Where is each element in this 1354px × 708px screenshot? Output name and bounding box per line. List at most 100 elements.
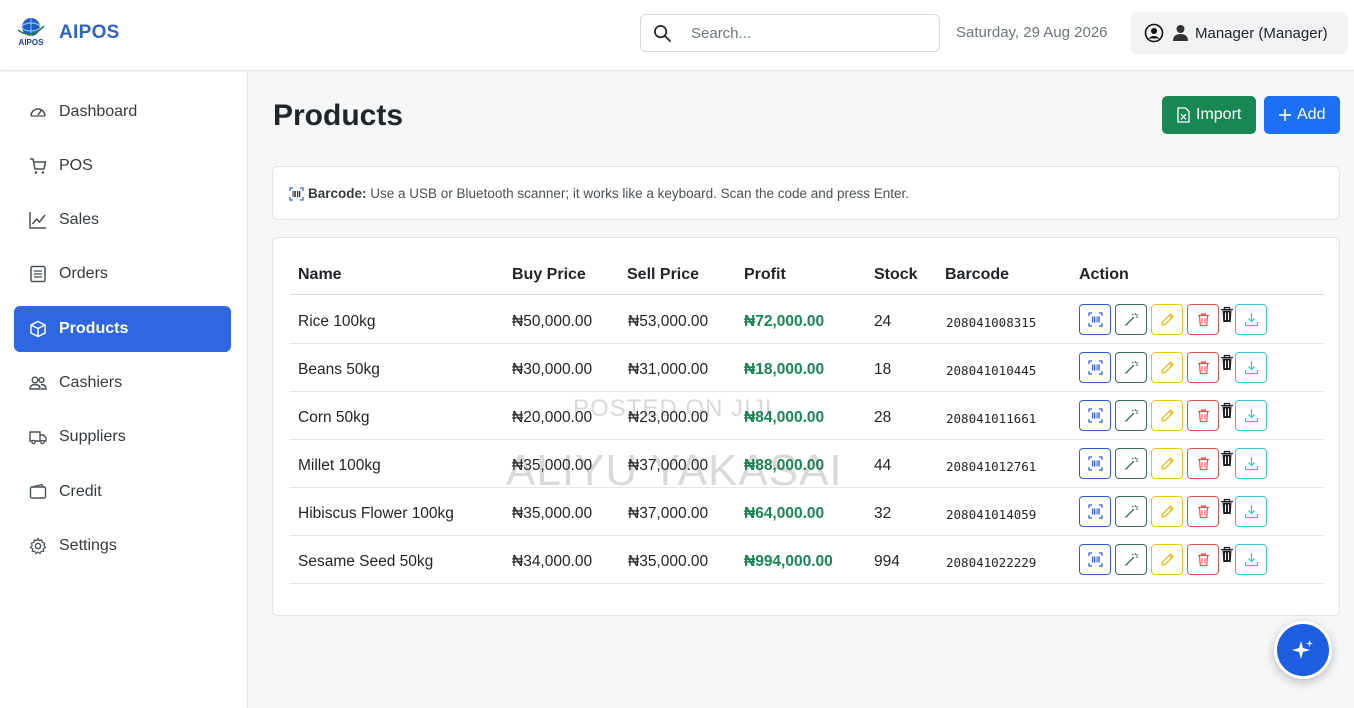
sidebar: Dashboard POS Sales Orders Products Cash… (0, 72, 248, 708)
sidebar-item-label: Credit (59, 483, 102, 500)
search-box[interactable] (640, 14, 940, 52)
generate-barcode-button[interactable] (1115, 496, 1147, 527)
trash-fill-icon[interactable] (1220, 546, 1234, 563)
table-row: Beans 50kg ₦30,000.00 ₦31,000.00 ₦18,000.00… (290, 344, 1324, 392)
user-menu-button[interactable]: Manager (Manager) (1131, 12, 1348, 54)
column-header-sell-price[interactable]: Sell Price (627, 266, 699, 284)
sell-price: ₦23,000.00 (628, 409, 709, 426)
sell-price: ₦37,000.00 (628, 457, 709, 474)
trash-fill-icon[interactable] (1220, 498, 1234, 515)
barcode: 208041012761 (946, 459, 1037, 474)
profit: ₦994,000.00 (744, 553, 833, 570)
brand-name[interactable]: AIPOS (59, 22, 120, 44)
print-barcode-button[interactable] (1079, 448, 1111, 479)
trash-fill-icon[interactable] (1220, 450, 1234, 467)
buy-price: ₦30,000.00 (512, 361, 593, 378)
download-button[interactable] (1235, 544, 1267, 575)
download-button[interactable] (1235, 496, 1267, 527)
profit: ₦72,000.00 (744, 313, 825, 330)
print-barcode-button[interactable] (1079, 304, 1111, 335)
speedometer-icon (30, 108, 46, 117)
print-barcode-button[interactable] (1079, 400, 1111, 431)
sidebar-item-sales[interactable]: Sales (14, 197, 231, 243)
generate-barcode-button[interactable] (1115, 400, 1147, 431)
download-button[interactable] (1235, 304, 1267, 335)
delete-product-button[interactable] (1187, 496, 1219, 527)
import-label: Import (1196, 106, 1242, 123)
sidebar-item-pos[interactable]: POS (14, 143, 231, 189)
barcode: 208041014059 (946, 507, 1037, 522)
generate-barcode-button[interactable] (1115, 448, 1147, 479)
sell-price: ₦37,000.00 (628, 505, 709, 522)
sidebar-item-dashboard[interactable]: Dashboard (14, 89, 231, 135)
delete-product-button[interactable] (1187, 448, 1219, 479)
delete-product-button[interactable] (1187, 304, 1219, 335)
page-title: Products (273, 99, 404, 132)
edit-product-button[interactable] (1151, 544, 1183, 575)
logo-text: AIPOS (19, 38, 45, 47)
edit-product-button[interactable] (1151, 400, 1183, 431)
table-row: Corn 50kg ₦20,000.00 ₦23,000.00 ₦84,000.00 2… (290, 392, 1324, 440)
people-icon (29, 376, 47, 390)
add-product-button[interactable]: Add (1264, 96, 1340, 134)
sidebar-item-credit[interactable]: Credit (14, 469, 231, 515)
aipos-logo-icon: AIPOS (17, 18, 45, 47)
edit-product-button[interactable] (1151, 352, 1183, 383)
column-header-barcode[interactable]: Barcode (945, 266, 1009, 284)
barcode-notice: Barcode: Use a USB or Bluetooth scanner;… (272, 166, 1340, 220)
trash-fill-icon[interactable] (1220, 402, 1234, 419)
sell-price: ₦31,000.00 (628, 361, 709, 378)
barcode: 208041010445 (946, 363, 1037, 378)
ai-assistant-button[interactable] (1274, 621, 1332, 679)
search-icon (654, 25, 671, 42)
generate-barcode-button[interactable] (1115, 352, 1147, 383)
barcode-scan-icon (289, 187, 304, 201)
column-header-stock[interactable]: Stock (874, 266, 918, 284)
notice-text: Barcode: Use a USB or Bluetooth scanner;… (308, 186, 909, 201)
print-barcode-button[interactable] (1079, 496, 1111, 527)
delete-product-button[interactable] (1187, 352, 1219, 383)
import-button[interactable]: Import (1162, 96, 1256, 134)
list-icon (30, 265, 46, 283)
product-name: Millet 100kg (298, 457, 381, 474)
column-header-profit[interactable]: Profit (744, 266, 786, 284)
delete-product-button[interactable] (1187, 544, 1219, 575)
header-divider (290, 294, 1324, 295)
buy-price: ₦35,000.00 (512, 457, 593, 474)
profit: ₦84,000.00 (744, 409, 825, 426)
column-header-name[interactable]: Name (298, 266, 342, 284)
edit-product-button[interactable] (1151, 496, 1183, 527)
generate-barcode-button[interactable] (1115, 304, 1147, 335)
trash-fill-icon[interactable] (1220, 306, 1234, 323)
edit-product-button[interactable] (1151, 448, 1183, 479)
excel-file-icon (1177, 107, 1190, 123)
print-barcode-button[interactable] (1079, 352, 1111, 383)
user-circle-icon (1144, 23, 1164, 43)
barcode: 208041022229 (946, 555, 1037, 570)
stock: 994 (874, 553, 900, 570)
search-input[interactable] (691, 23, 931, 43)
download-button[interactable] (1235, 448, 1267, 479)
edit-product-button[interactable] (1151, 304, 1183, 335)
delete-product-button[interactable] (1187, 400, 1219, 431)
sidebar-item-products[interactable]: Products (14, 306, 231, 352)
print-barcode-button[interactable] (1079, 544, 1111, 575)
download-button[interactable] (1235, 352, 1267, 383)
generate-barcode-button[interactable] (1115, 544, 1147, 575)
sparkles-icon (1292, 640, 1313, 659)
products-table-card: Name Buy Price Sell Price Profit Stock B… (272, 237, 1340, 616)
sidebar-item-cashiers[interactable]: Cashiers (14, 360, 231, 406)
user-name: Manager (Manager) (1195, 25, 1328, 42)
sidebar-item-label: Sales (59, 211, 100, 228)
trash-fill-icon[interactable] (1220, 354, 1234, 371)
column-header-buy-price[interactable]: Buy Price (512, 266, 586, 284)
plus-icon (1279, 109, 1291, 121)
notice-body: Use a USB or Bluetooth scanner; it works… (366, 186, 910, 201)
download-button[interactable] (1235, 400, 1267, 431)
sidebar-item-settings[interactable]: Settings (14, 523, 231, 569)
profit: ₦18,000.00 (744, 361, 825, 378)
sidebar-item-orders[interactable]: Orders (14, 251, 231, 297)
gear-icon (29, 537, 47, 555)
sidebar-item-suppliers[interactable]: Suppliers (14, 414, 231, 460)
stock: 28 (874, 409, 892, 426)
